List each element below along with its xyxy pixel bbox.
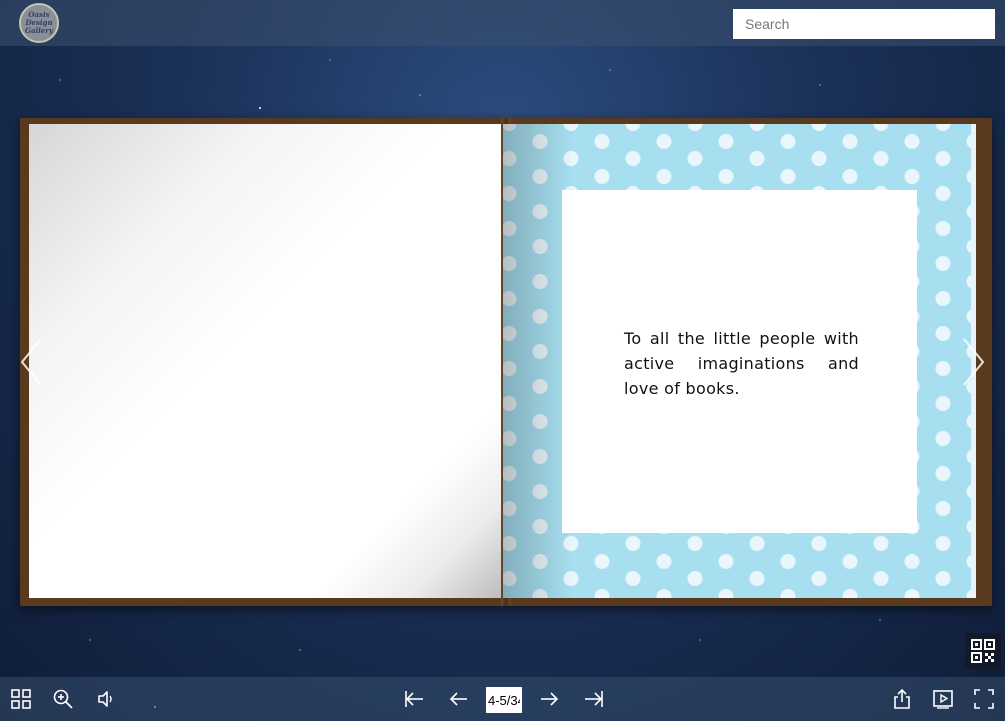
top-bar: Oasis Design Gallery	[0, 0, 1005, 46]
left-page[interactable]	[29, 124, 501, 598]
logo-text: Oasis Design Gallery	[24, 10, 54, 35]
thumbnails-button[interactable]	[9, 687, 33, 711]
qr-code-button[interactable]	[965, 633, 1001, 669]
share-button[interactable]	[890, 687, 914, 711]
fullscreen-icon	[974, 689, 994, 709]
dedication-panel: To all the little people with active ima…	[562, 190, 917, 533]
play-icon	[933, 690, 953, 709]
autoplay-button[interactable]	[931, 687, 955, 711]
qr-code-icon	[971, 639, 995, 663]
first-page-icon	[405, 691, 423, 707]
chevron-left-icon	[20, 338, 42, 386]
first-page-button[interactable]	[402, 687, 426, 711]
share-icon	[894, 688, 910, 709]
last-page-icon	[585, 691, 603, 707]
chevron-right-icon	[963, 338, 985, 386]
bottom-toolbar	[0, 677, 1005, 721]
search-input[interactable]	[733, 9, 995, 39]
arrow-left-icon	[449, 692, 467, 706]
grid-icon	[11, 689, 31, 709]
next-page-arrow[interactable]	[962, 337, 986, 387]
zoom-in-icon	[53, 689, 73, 709]
last-page-button[interactable]	[582, 687, 606, 711]
speaker-icon	[98, 691, 112, 707]
arrow-right-icon	[541, 692, 559, 706]
next-page-button[interactable]	[537, 687, 561, 711]
brand-logo[interactable]: Oasis Design Gallery	[19, 3, 59, 43]
previous-page-arrow[interactable]	[19, 337, 43, 387]
sound-button[interactable]	[93, 687, 117, 711]
page-number-input[interactable]	[486, 687, 522, 713]
dedication-text: To all the little people with active ima…	[624, 329, 859, 398]
right-page[interactable]: To all the little people with active ima…	[503, 124, 976, 598]
fullscreen-button[interactable]	[972, 687, 996, 711]
zoom-in-button[interactable]	[51, 687, 75, 711]
previous-page-button[interactable]	[447, 687, 471, 711]
